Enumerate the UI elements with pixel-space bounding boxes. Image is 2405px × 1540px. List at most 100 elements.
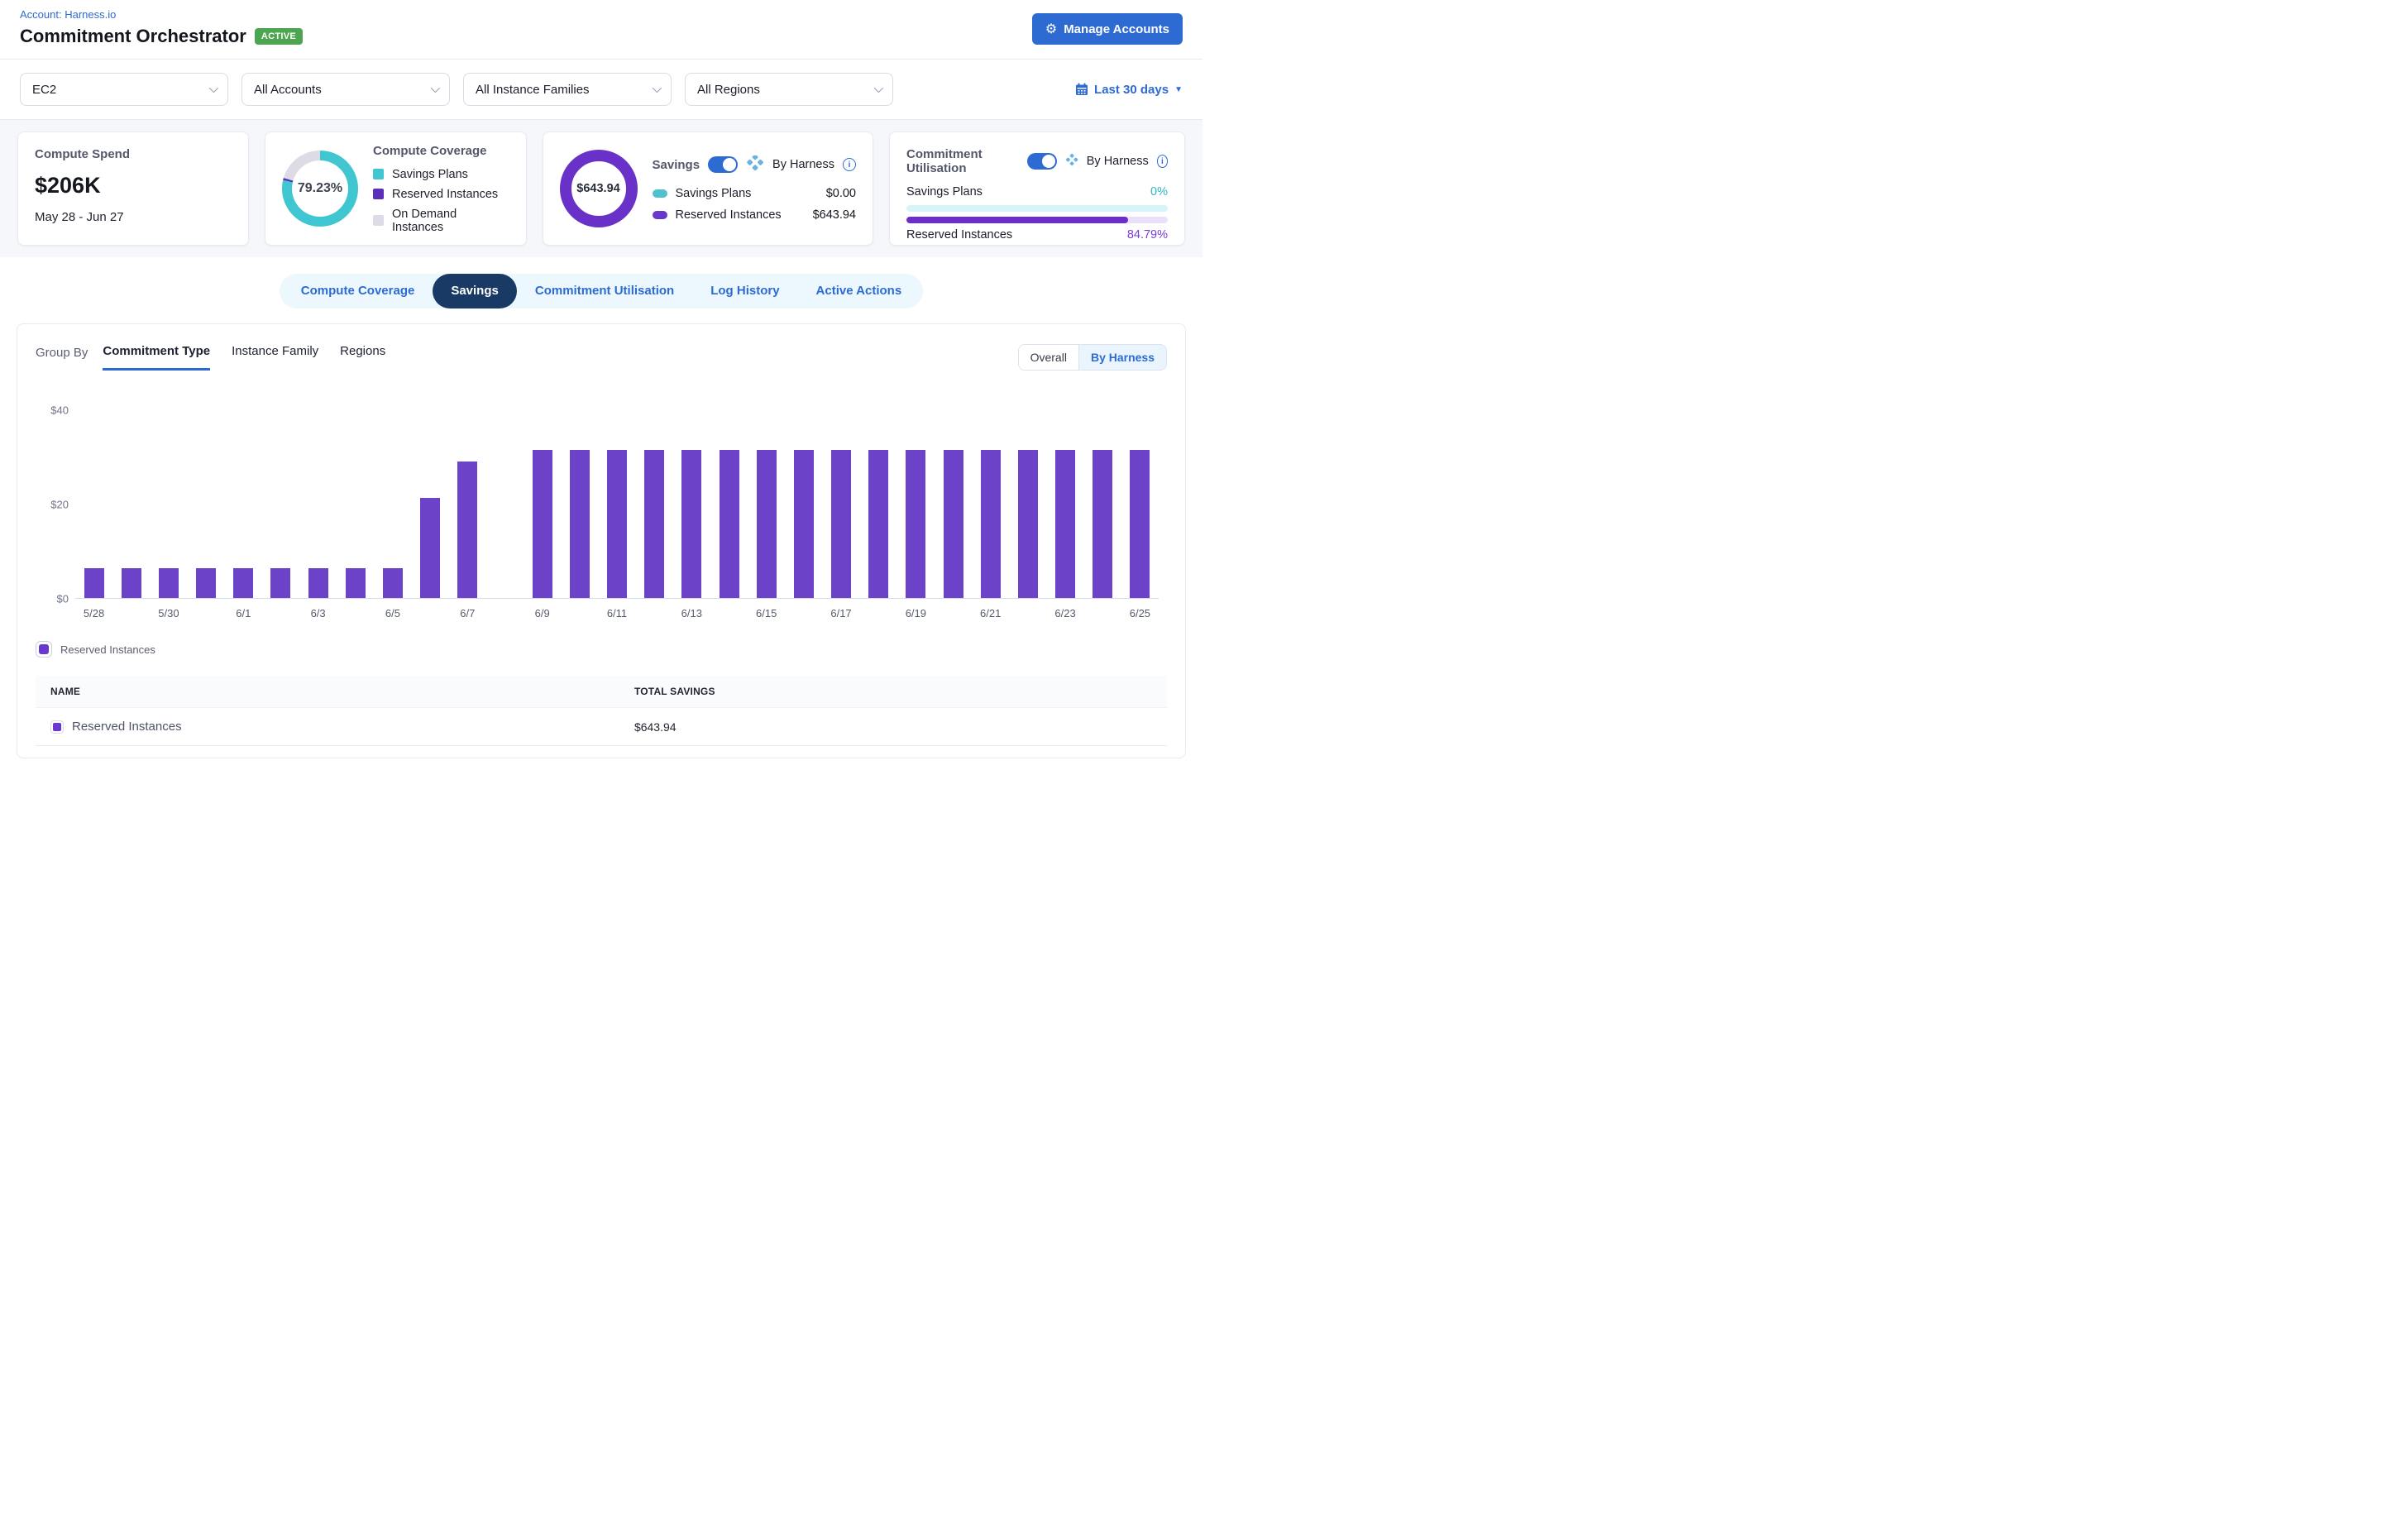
bar[interactable]: [981, 450, 1001, 598]
regions-select[interactable]: All Regions: [685, 73, 893, 106]
bar[interactable]: [831, 450, 851, 598]
x-axis-tick-label: [262, 607, 299, 619]
bar-slot[interactable]: [822, 410, 859, 598]
bar[interactable]: [383, 568, 403, 598]
bar-slot[interactable]: [262, 410, 299, 598]
chevron-down-icon: [874, 84, 883, 93]
compute-spend-title: Compute Spend: [35, 147, 232, 161]
x-axis-tick-label: [412, 607, 449, 619]
tab-active-actions[interactable]: Active Actions: [798, 274, 920, 308]
bar[interactable]: [159, 568, 179, 598]
bar-slot[interactable]: [860, 410, 897, 598]
bar-slot[interactable]: [1084, 410, 1121, 598]
manage-accounts-button[interactable]: ⚙ Manage Accounts: [1032, 13, 1183, 45]
group-by-instance-family[interactable]: Instance Family: [232, 344, 318, 368]
info-icon[interactable]: i: [1157, 155, 1168, 168]
tab-savings[interactable]: Savings: [433, 274, 517, 308]
bar-slot[interactable]: [897, 410, 935, 598]
bar[interactable]: [570, 450, 590, 598]
bar[interactable]: [644, 450, 664, 598]
bar-slot[interactable]: [785, 410, 822, 598]
bar-slot[interactable]: [225, 410, 262, 598]
savings-row-savings-plans: Savings Plans $0.00: [653, 187, 856, 200]
bar-slot[interactable]: [1009, 410, 1046, 598]
bar[interactable]: [346, 568, 366, 598]
utilisation-ri-label: Reserved Instances: [906, 228, 1012, 242]
y-axis-tick-label: $20: [50, 499, 69, 511]
x-axis-tick-label: 6/13: [673, 607, 710, 619]
tab-compute-coverage[interactable]: Compute Coverage: [283, 274, 433, 308]
bar[interactable]: [794, 450, 814, 598]
view-toggle-by-harness[interactable]: By Harness: [1078, 345, 1166, 370]
bar-slot[interactable]: [486, 410, 524, 598]
info-icon[interactable]: i: [843, 158, 856, 171]
bar[interactable]: [308, 568, 328, 598]
bar-slot[interactable]: [412, 410, 449, 598]
utilisation-by-harness-label: By Harness: [1087, 155, 1149, 168]
y-axis-tick-label: $0: [57, 593, 69, 605]
accounts-select[interactable]: All Accounts: [241, 73, 450, 106]
bar-slot[interactable]: [112, 410, 150, 598]
group-by-commitment-type[interactable]: Commitment Type: [103, 344, 210, 371]
bar[interactable]: [868, 450, 888, 598]
bar-slot[interactable]: [748, 410, 785, 598]
account-breadcrumb-link[interactable]: Account: Harness.io: [20, 8, 303, 21]
bar[interactable]: [757, 450, 777, 598]
bar[interactable]: [1018, 450, 1038, 598]
legend-checkbox[interactable]: [36, 641, 52, 658]
bar-slot[interactable]: [188, 410, 225, 598]
bar[interactable]: [607, 450, 627, 598]
bar[interactable]: [533, 450, 552, 598]
savings-by-harness-toggle[interactable]: [708, 156, 738, 173]
status-badge: ACTIVE: [255, 28, 303, 45]
tab-log-history[interactable]: Log History: [692, 274, 797, 308]
bar-slot[interactable]: [75, 410, 112, 598]
bar-slot[interactable]: [972, 410, 1009, 598]
bar-slot[interactable]: [374, 410, 411, 598]
bar[interactable]: [1093, 450, 1112, 598]
x-axis-tick-label: 6/3: [299, 607, 337, 619]
bar[interactable]: [122, 568, 141, 598]
utilisation-by-harness-toggle[interactable]: [1027, 153, 1057, 170]
bar-slot[interactable]: [710, 410, 748, 598]
bar[interactable]: [420, 498, 440, 598]
bar[interactable]: [1130, 450, 1150, 598]
bar-slot[interactable]: [1121, 410, 1159, 598]
x-axis-tick-label: [785, 607, 822, 619]
group-by-regions[interactable]: Regions: [340, 344, 385, 368]
bar-slot[interactable]: [636, 410, 673, 598]
bar[interactable]: [944, 450, 963, 598]
savings-table: NAME TOTAL SAVINGS Reserved Instances $6…: [36, 676, 1167, 746]
bar-slot[interactable]: [150, 410, 187, 598]
bar[interactable]: [1055, 450, 1075, 598]
legend-label: Reserved Instances: [392, 188, 498, 201]
bar-slot[interactable]: [524, 410, 561, 598]
bar-slot[interactable]: [449, 410, 486, 598]
bar[interactable]: [270, 568, 290, 598]
compute-spend-period: May 28 - Jun 27: [35, 210, 232, 224]
tab-commitment-utilisation[interactable]: Commitment Utilisation: [517, 274, 692, 308]
bar[interactable]: [233, 568, 253, 598]
bar[interactable]: [720, 450, 739, 598]
bar-slot[interactable]: [337, 410, 374, 598]
compute-coverage-donut: 79.23%: [282, 151, 358, 227]
date-range-picker[interactable]: Last 30 days ▼: [1075, 83, 1183, 97]
bar[interactable]: [906, 450, 925, 598]
bar-slot[interactable]: [673, 410, 710, 598]
savings-by-harness-label: By Harness: [772, 158, 834, 171]
bar-slot[interactable]: [561, 410, 598, 598]
bar-slot[interactable]: [1046, 410, 1083, 598]
bar[interactable]: [681, 450, 701, 598]
bar[interactable]: [84, 568, 104, 598]
table-row[interactable]: Reserved Instances $643.94: [36, 707, 1167, 746]
instance-families-select[interactable]: All Instance Families: [463, 73, 672, 106]
bar-slot[interactable]: [299, 410, 337, 598]
column-header-name: NAME: [50, 686, 634, 697]
view-toggle-overall[interactable]: Overall: [1019, 345, 1078, 370]
service-select[interactable]: EC2: [20, 73, 228, 106]
bar-slot[interactable]: [935, 410, 972, 598]
bar[interactable]: [457, 462, 477, 598]
commitment-utilisation-title: Commitment Utilisation: [906, 147, 1019, 175]
bar[interactable]: [196, 568, 216, 598]
bar-slot[interactable]: [598, 410, 635, 598]
